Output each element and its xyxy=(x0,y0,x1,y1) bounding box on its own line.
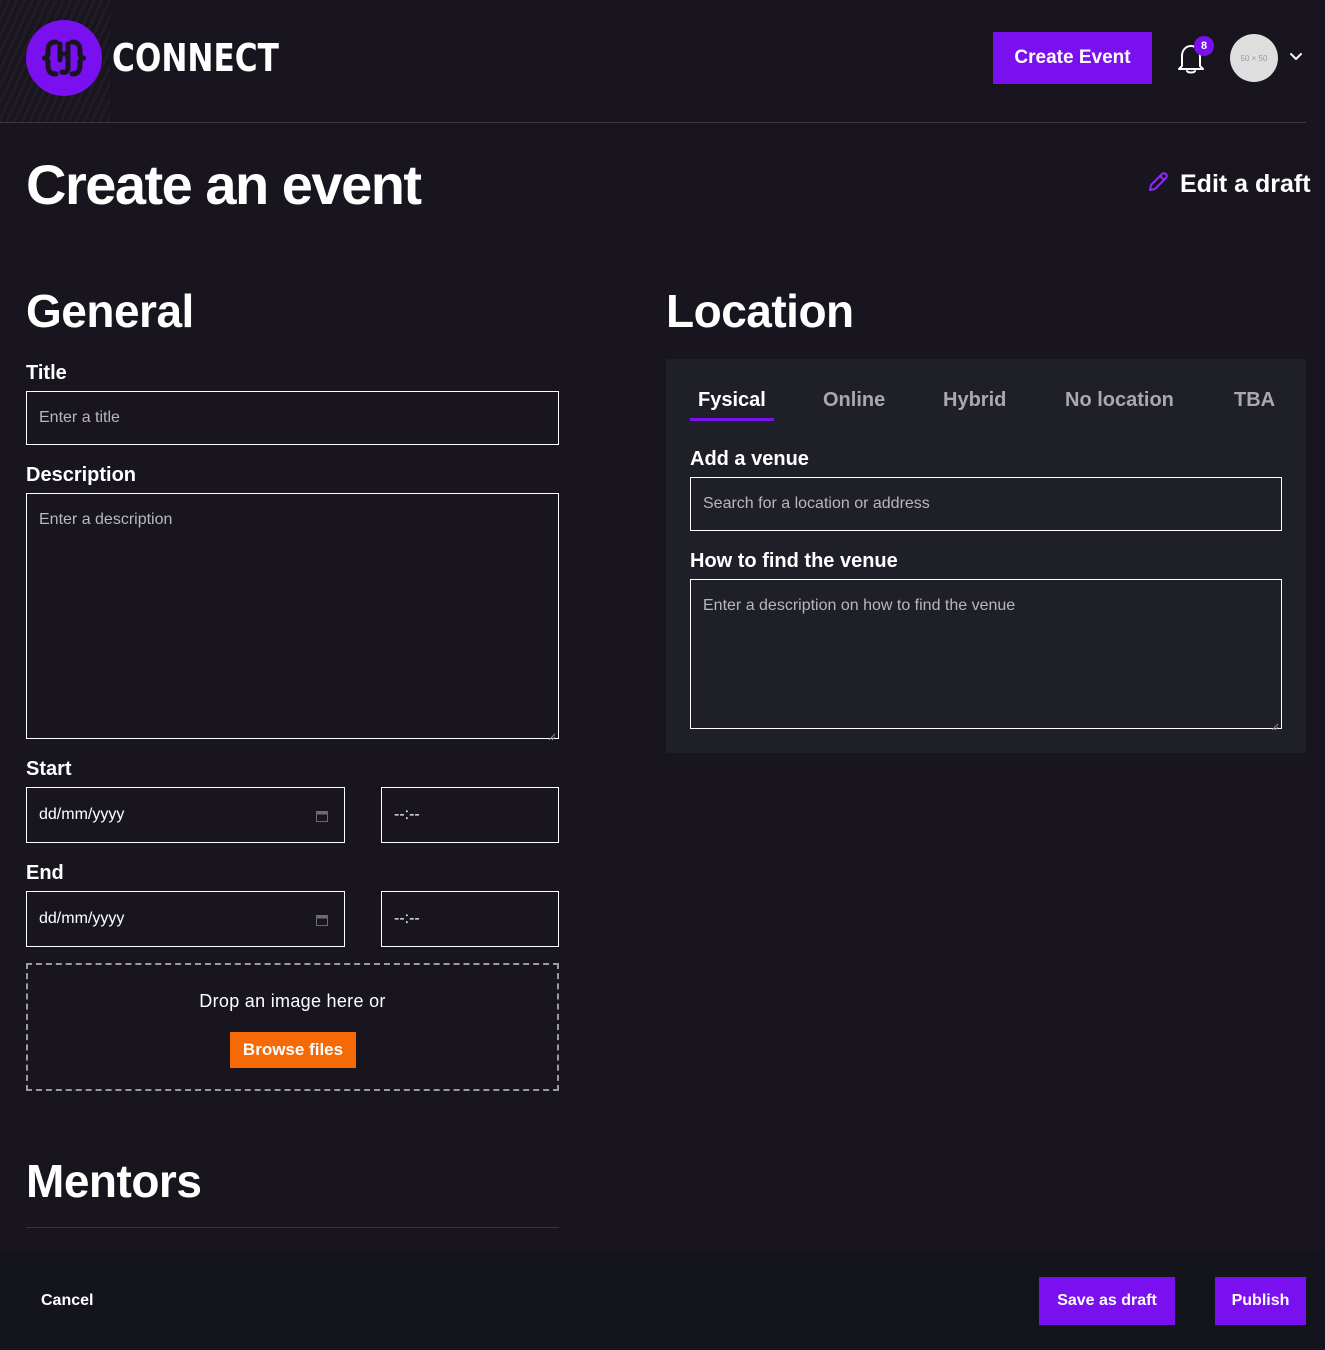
location-panel: Fysical Online Hybrid No location TBA Ad… xyxy=(666,359,1306,753)
description-label: Description xyxy=(26,464,137,486)
start-date-input[interactable]: dd/mm/yyyy xyxy=(26,787,345,843)
find-venue-label: How to find the venue xyxy=(690,550,898,572)
mentors-heading: Mentors xyxy=(26,1155,202,1207)
dropzone-text: Drop an image here or xyxy=(199,991,386,1011)
tab-no-location[interactable]: No location xyxy=(1065,389,1174,412)
connect-logo-icon xyxy=(26,20,102,96)
header-divider xyxy=(0,122,1306,123)
resize-grip-icon[interactable] xyxy=(548,728,556,741)
tab-fysical[interactable]: Fysical xyxy=(698,389,766,412)
tab-tba[interactable]: TBA xyxy=(1234,389,1275,412)
calendar-icon[interactable] xyxy=(316,913,328,926)
browse-files-button[interactable]: Browse files xyxy=(230,1032,356,1068)
save-as-draft-button[interactable]: Save as draft xyxy=(1039,1277,1175,1325)
title-input[interactable]: Enter a title xyxy=(26,391,559,445)
edit-draft-link[interactable]: Edit a draft xyxy=(1146,170,1311,199)
create-event-button[interactable]: Create Event xyxy=(993,32,1152,84)
pencil-icon xyxy=(1146,170,1170,199)
general-heading: General xyxy=(26,285,194,337)
resize-grip-icon[interactable] xyxy=(1271,718,1279,731)
venue-search-input[interactable]: Search for a location or address xyxy=(690,477,1282,531)
find-venue-textarea[interactable]: Enter a description on how to find the v… xyxy=(690,579,1282,731)
notification-count-badge: 8 xyxy=(1194,36,1214,56)
tab-hybrid[interactable]: Hybrid xyxy=(943,389,1006,412)
start-date-value: dd/mm/yyyy xyxy=(39,806,125,823)
location-heading: Location xyxy=(666,285,854,337)
end-time-value: --:-- xyxy=(394,910,420,927)
end-time-input[interactable]: --:-- xyxy=(381,891,559,947)
end-date-value: dd/mm/yyyy xyxy=(39,910,125,927)
publish-button[interactable]: Publish xyxy=(1215,1277,1306,1325)
description-textarea[interactable]: Enter a description xyxy=(26,493,559,741)
venue-placeholder: Search for a location or address xyxy=(703,495,930,512)
create-event-page: CONNECT Create Event 8 50 × 50 Create an… xyxy=(0,0,1325,1350)
brand-name: CONNECT xyxy=(112,36,279,80)
action-footer: Cancel Save as draft Publish xyxy=(0,1251,1325,1350)
start-label: Start xyxy=(26,758,72,780)
end-label: End xyxy=(26,862,64,884)
chevron-down-icon[interactable] xyxy=(1288,50,1304,64)
brand-logo[interactable]: CONNECT xyxy=(26,20,316,96)
top-header: CONNECT Create Event 8 50 × 50 xyxy=(0,0,1325,123)
cancel-button[interactable]: Cancel xyxy=(41,1292,93,1310)
end-date-input[interactable]: dd/mm/yyyy xyxy=(26,891,345,947)
title-label: Title xyxy=(26,362,67,384)
venue-label: Add a venue xyxy=(690,448,809,470)
start-time-input[interactable]: --:-- xyxy=(381,787,559,843)
start-time-value: --:-- xyxy=(394,806,420,823)
title-placeholder: Enter a title xyxy=(39,409,120,426)
description-placeholder: Enter a description xyxy=(39,511,173,528)
tab-online[interactable]: Online xyxy=(823,389,885,412)
active-tab-indicator xyxy=(690,418,774,421)
mentors-divider xyxy=(26,1227,559,1228)
find-venue-placeholder: Enter a description on how to find the v… xyxy=(703,597,1016,614)
avatar[interactable]: 50 × 50 xyxy=(1230,34,1278,82)
image-dropzone[interactable]: Drop an image here or Browse files xyxy=(26,963,559,1091)
calendar-icon[interactable] xyxy=(316,809,328,822)
page-title: Create an event xyxy=(26,153,422,216)
edit-draft-label: Edit a draft xyxy=(1180,170,1311,198)
